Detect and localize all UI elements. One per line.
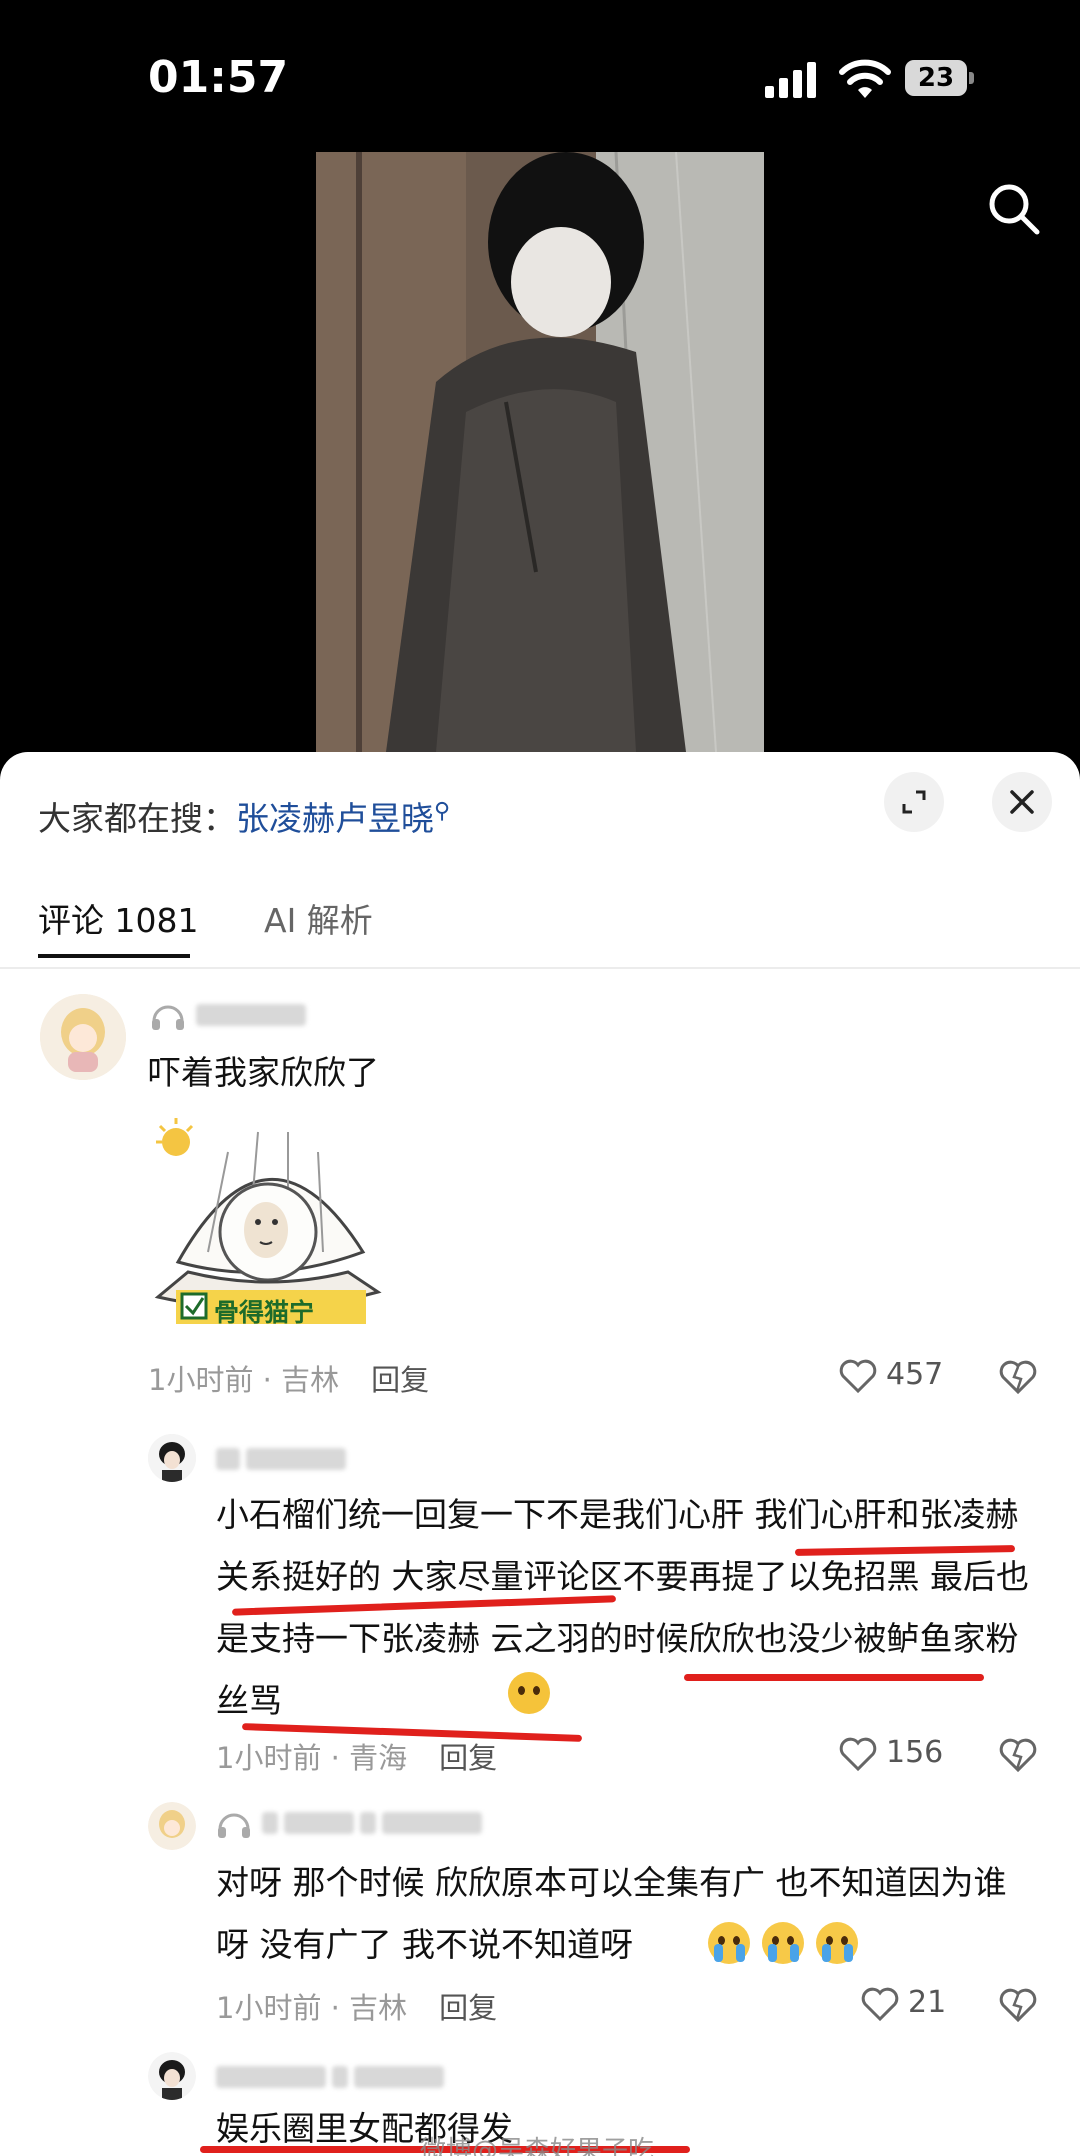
trending-prefix: 大家都在搜： bbox=[38, 799, 236, 838]
heart-icon bbox=[839, 1737, 877, 1771]
battery-level: 23 bbox=[905, 60, 967, 96]
status-bar: 01:57 23 bbox=[0, 0, 1080, 150]
reply-button[interactable]: 回复 bbox=[439, 1741, 497, 1775]
dislike-icon[interactable] bbox=[998, 1987, 1038, 2023]
comment-text: 吓着我家欣欣了 bbox=[148, 1053, 379, 1092]
close-button[interactable] bbox=[992, 772, 1052, 832]
like-count: 156 bbox=[886, 1735, 944, 1770]
avatar-image bbox=[148, 2052, 196, 2100]
close-icon bbox=[1010, 790, 1034, 814]
wifi-icon bbox=[839, 59, 891, 98]
tab-ai-analysis[interactable]: AI 解析 bbox=[264, 894, 373, 942]
comment-meta: 1小时前 · 吉林 回复 bbox=[148, 1357, 429, 1399]
headphones-icon bbox=[218, 1813, 250, 1838]
username-masked[interactable] bbox=[216, 1804, 488, 1839]
video-player[interactable] bbox=[316, 152, 764, 752]
dislike-icon[interactable] bbox=[998, 1359, 1038, 1395]
battery-icon: 23 bbox=[905, 60, 975, 96]
status-time: 01:57 bbox=[148, 52, 289, 103]
heart-icon bbox=[839, 1359, 877, 1393]
comment-time-location: 1小时前 · 吉林 bbox=[148, 1363, 340, 1397]
headphones-icon bbox=[152, 1005, 184, 1030]
like-button[interactable]: 21 bbox=[860, 1985, 946, 2022]
small-search-icon: ⚲ bbox=[434, 799, 451, 824]
username-masked[interactable] bbox=[150, 996, 312, 1031]
trending-search[interactable]: 大家都在搜：张凌赫卢昱晓⚲ bbox=[38, 792, 450, 840]
expand-button[interactable] bbox=[884, 772, 944, 832]
like-count: 457 bbox=[886, 1357, 944, 1392]
comments-sheet: 大家都在搜：张凌赫卢昱晓⚲ 评论 1081 AI 解析 吓着我家欣欣了 骨得猫宁… bbox=[0, 752, 1080, 2156]
highlight-underline bbox=[684, 1674, 984, 1681]
comment-meta: 1小时前 · 青海 回复 bbox=[216, 1735, 497, 1777]
crying-emoji-icon bbox=[762, 1922, 804, 1964]
avatar-image bbox=[148, 1434, 196, 1482]
avatar[interactable] bbox=[40, 994, 126, 1080]
like-count: 21 bbox=[908, 1985, 947, 2020]
avatar[interactable] bbox=[148, 1802, 196, 1850]
watermark-text: 微博@吴森好果子吃 bbox=[420, 2136, 655, 2156]
dislike-icon[interactable] bbox=[998, 1737, 1038, 1773]
tab-comments[interactable]: 评论 1081 bbox=[38, 894, 198, 942]
pleading-emoji-icon bbox=[508, 1672, 550, 1714]
expand-icon bbox=[902, 790, 926, 814]
comment-meta: 1小时前 · 吉林 回复 bbox=[216, 1985, 497, 2027]
avatar-image bbox=[148, 1802, 196, 1850]
comment-sticker[interactable]: 骨得猫宁 bbox=[148, 1112, 388, 1332]
cellular-signal-icon bbox=[765, 62, 816, 98]
sticker-caption: 骨得猫宁 bbox=[214, 1298, 315, 1327]
video-frame-image bbox=[316, 152, 764, 752]
search-icon[interactable] bbox=[985, 180, 1041, 236]
heart-icon bbox=[861, 1987, 899, 2021]
active-tab-indicator bbox=[38, 954, 190, 958]
crying-emoji-icon bbox=[816, 1922, 858, 1964]
username-masked[interactable] bbox=[216, 2058, 450, 2093]
like-button[interactable]: 156 bbox=[838, 1735, 943, 1772]
avatar[interactable] bbox=[148, 2052, 196, 2100]
avatar-image bbox=[40, 994, 126, 1080]
comment-time-location: 1小时前 · 吉林 bbox=[216, 1991, 408, 2025]
tabs-divider bbox=[0, 967, 1080, 969]
username-masked[interactable] bbox=[216, 1440, 352, 1475]
avatar[interactable] bbox=[148, 1434, 196, 1482]
like-button[interactable]: 457 bbox=[838, 1357, 943, 1394]
reply-button[interactable]: 回复 bbox=[439, 1991, 497, 2025]
trending-query-link[interactable]: 张凌赫卢昱晓 bbox=[236, 799, 434, 838]
reply-button[interactable]: 回复 bbox=[371, 1363, 429, 1397]
comment-text: 对呀 那个时候 欣欣原本可以全集有广 也不知道因为谁呀 没有广了 我不说不知道呀 bbox=[216, 1863, 1007, 1964]
comment-time-location: 1小时前 · 青海 bbox=[216, 1741, 408, 1775]
crying-emoji-icon bbox=[708, 1922, 750, 1964]
